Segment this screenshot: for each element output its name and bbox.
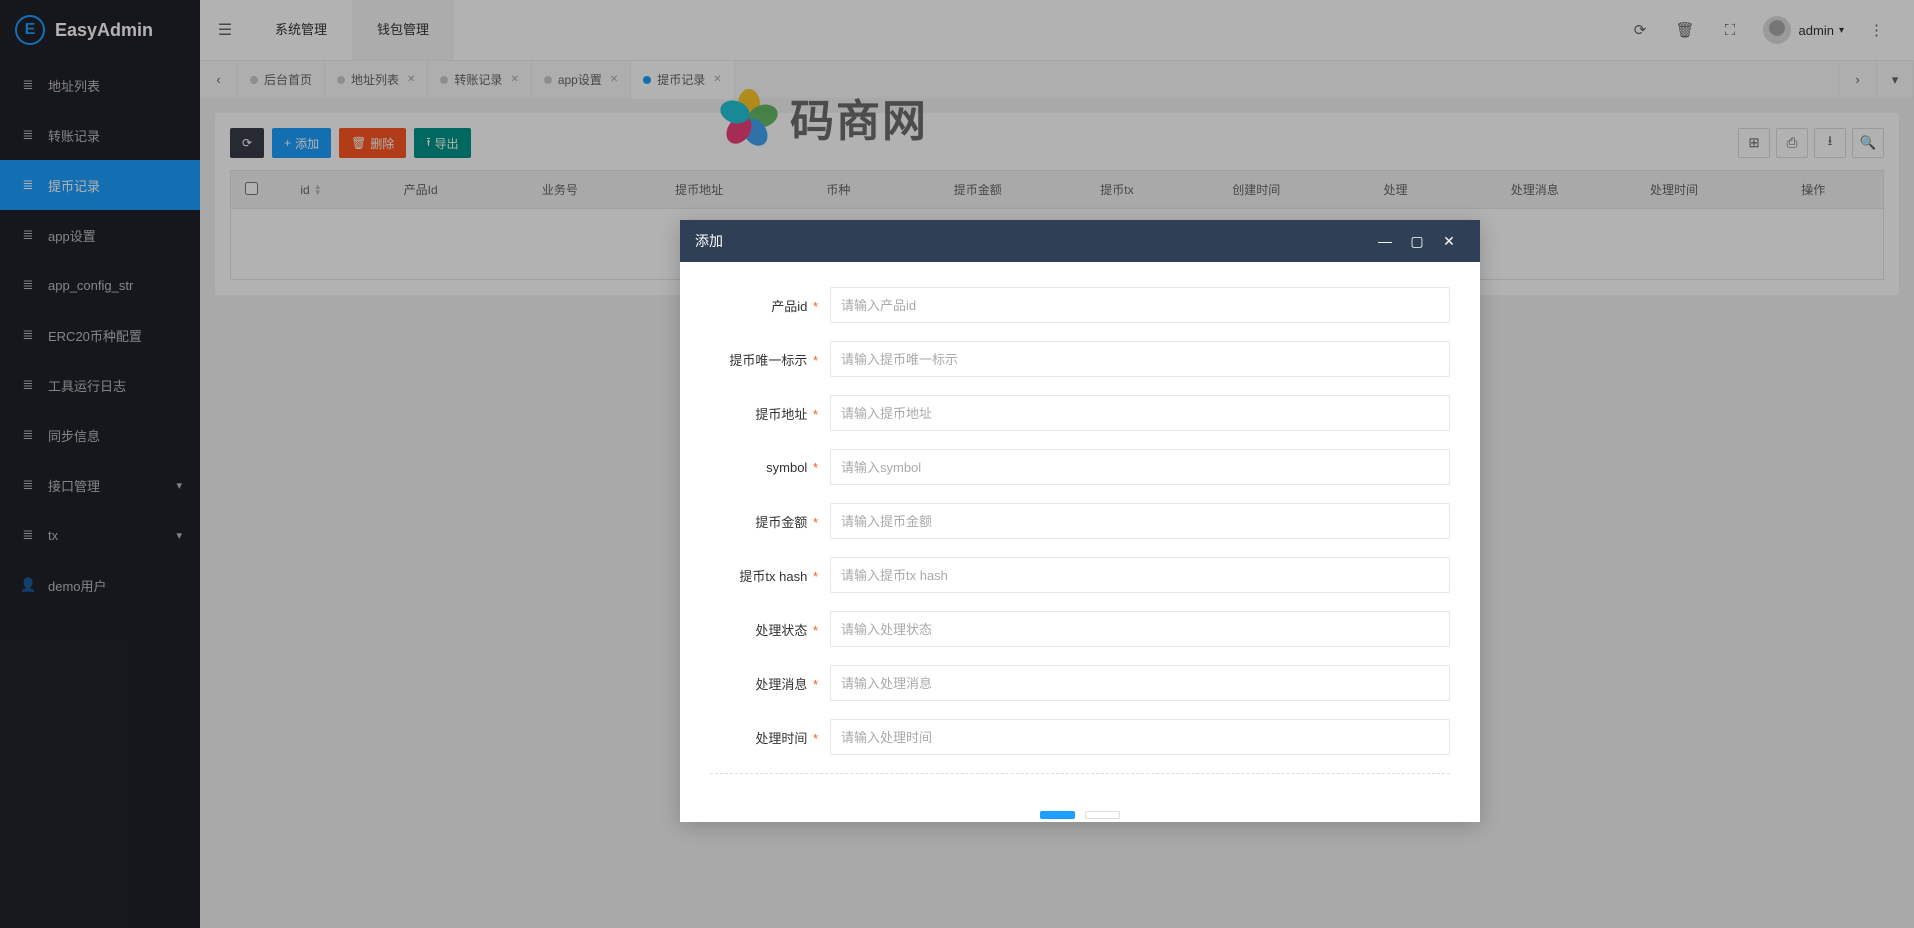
- required-mark: *: [813, 299, 818, 314]
- modal-body: 产品id * 提币唯一标示 * 提币地址 * symbol * 提币金额 * 提币tx h…: [680, 262, 1480, 822]
- form-input-8[interactable]: [830, 719, 1450, 755]
- modal-header[interactable]: 添加 — ▢ ✕: [680, 220, 1480, 262]
- form-row-0: 产品id *: [710, 287, 1450, 323]
- form-label-8: 处理时间 *: [710, 728, 830, 747]
- required-mark: *: [813, 731, 818, 746]
- form-label-6: 处理状态 *: [710, 620, 830, 639]
- modal-minimize-icon[interactable]: —: [1369, 233, 1401, 250]
- modal-maximize-icon[interactable]: ▢: [1401, 233, 1433, 250]
- required-mark: *: [813, 460, 818, 475]
- form-row-7: 处理消息 *: [710, 665, 1450, 701]
- form-input-0[interactable]: [830, 287, 1450, 323]
- required-mark: *: [813, 407, 818, 422]
- form-label-5: 提币tx hash *: [710, 566, 830, 585]
- required-mark: *: [813, 569, 818, 584]
- modal-title: 添加: [695, 231, 723, 251]
- form-label-1: 提币唯一标示 *: [710, 350, 830, 369]
- form-input-7[interactable]: [830, 665, 1450, 701]
- form-label-4: 提币金额 *: [710, 512, 830, 531]
- form-row-1: 提币唯一标示 *: [710, 341, 1450, 377]
- form-row-3: symbol *: [710, 449, 1450, 485]
- form-row-6: 处理状态 *: [710, 611, 1450, 647]
- form-input-1[interactable]: [830, 341, 1450, 377]
- modal-footer-peek: [710, 793, 1450, 819]
- cancel-button-peek[interactable]: [1085, 811, 1120, 819]
- form-row-8: 处理时间 *: [710, 719, 1450, 755]
- form-row-2: 提币地址 *: [710, 395, 1450, 431]
- required-mark: *: [813, 677, 818, 692]
- form-input-5[interactable]: [830, 557, 1450, 593]
- required-mark: *: [813, 515, 818, 530]
- form-row-5: 提币tx hash *: [710, 557, 1450, 593]
- form-label-2: 提币地址 *: [710, 404, 830, 423]
- submit-button-peek[interactable]: [1040, 811, 1075, 819]
- form-label-0: 产品id *: [710, 296, 830, 315]
- form-input-4[interactable]: [830, 503, 1450, 539]
- form-input-6[interactable]: [830, 611, 1450, 647]
- form-input-2[interactable]: [830, 395, 1450, 431]
- form-input-3[interactable]: [830, 449, 1450, 485]
- form-row-4: 提币金额 *: [710, 503, 1450, 539]
- form-label-7: 处理消息 *: [710, 674, 830, 693]
- modal-close-icon[interactable]: ✕: [1433, 233, 1465, 250]
- add-modal: 添加 — ▢ ✕ 产品id * 提币唯一标示 * 提币地址 * symbol * 提币金…: [680, 220, 1480, 822]
- form-label-3: symbol *: [710, 460, 830, 475]
- required-mark: *: [813, 353, 818, 368]
- required-mark: *: [813, 623, 818, 638]
